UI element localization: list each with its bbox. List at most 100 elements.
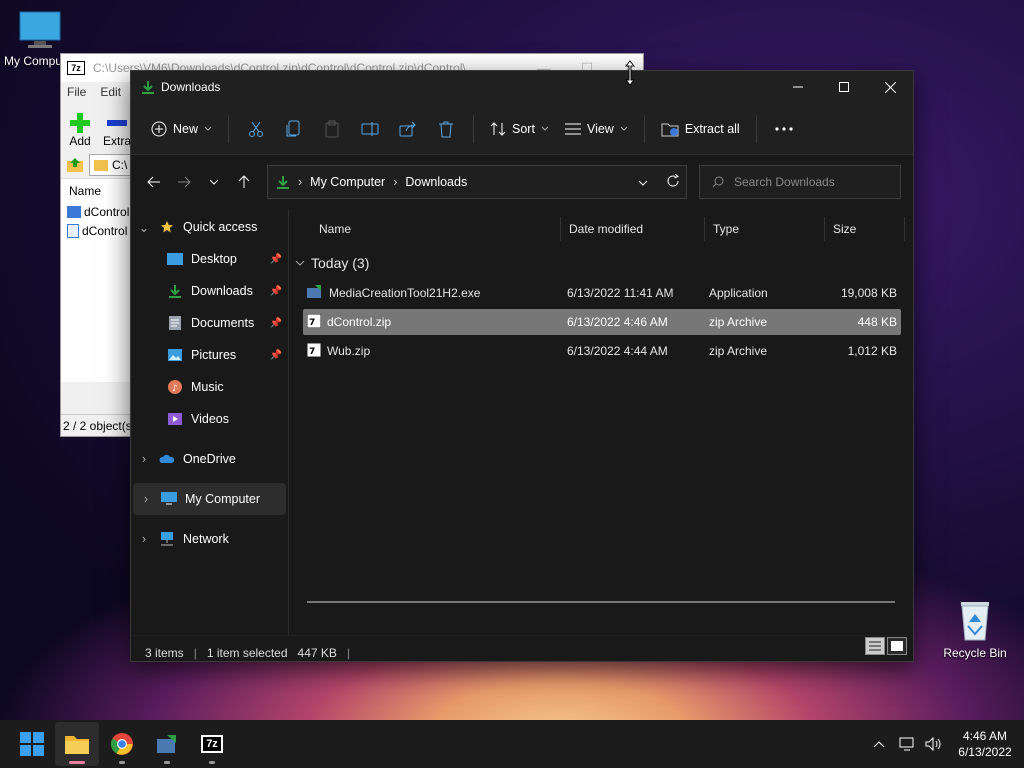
breadcrumb-downloads[interactable]: Downloads — [405, 175, 467, 189]
7zip-extract-button[interactable]: Extra — [103, 112, 131, 148]
back-button[interactable] — [139, 167, 169, 197]
maximize-button[interactable] — [821, 71, 867, 103]
breadcrumb-my-computer[interactable]: My Computer — [310, 175, 385, 189]
nav-item-label: Desktop — [191, 252, 237, 266]
address-dropdown-button[interactable] — [638, 175, 648, 189]
chevron-right-icon[interactable]: › — [133, 492, 159, 506]
nav-item-downloads[interactable]: Downloads 📌 — [131, 275, 288, 307]
file-size: 448 KB — [857, 315, 897, 329]
chevron-down-icon[interactable]: ⌄ — [131, 220, 157, 235]
column-header-size[interactable]: Size — [825, 217, 905, 241]
7zip-menu-file[interactable]: File — [67, 85, 86, 99]
column-header-type[interactable]: Type — [705, 217, 825, 241]
network-tray-button[interactable] — [894, 737, 920, 751]
resize-cursor-icon — [624, 60, 636, 89]
cut-button[interactable] — [237, 113, 275, 145]
plus-icon — [70, 113, 90, 133]
close-button[interactable] — [867, 71, 913, 103]
explorer-titlebar[interactable]: Downloads — [131, 71, 913, 103]
details-view-button[interactable] — [865, 637, 885, 655]
horizontal-scrollbar[interactable] — [307, 601, 895, 603]
minimize-button[interactable] — [775, 71, 821, 103]
copy-icon — [286, 120, 300, 136]
rename-button[interactable] — [351, 113, 389, 145]
chevron-down-icon — [541, 126, 549, 131]
pin-icon[interactable]: 📌 — [270, 254, 282, 265]
taskbar-file-explorer[interactable] — [55, 722, 99, 766]
sort-button[interactable]: Sort — [482, 113, 557, 145]
7zip-archive-icon: 7 — [306, 313, 322, 331]
search-box[interactable]: Search Downloads — [699, 165, 901, 199]
pin-icon[interactable]: 📌 — [270, 318, 282, 329]
new-button[interactable]: New — [143, 113, 220, 145]
nav-network[interactable]: › Network — [131, 523, 288, 555]
column-header-date[interactable]: Date modified — [561, 217, 705, 241]
7zip-item-label: dControl — [82, 223, 128, 238]
file-name: dControl.zip — [327, 315, 392, 329]
desktop-recycle-bin[interactable]: Recycle Bin — [935, 598, 1015, 660]
nav-item-desktop[interactable]: Desktop 📌 — [131, 243, 288, 275]
tray-overflow-button[interactable] — [864, 740, 894, 748]
start-button[interactable] — [10, 722, 54, 766]
7zip-add-button[interactable]: Add — [69, 112, 91, 148]
chevron-right-icon[interactable]: › — [131, 532, 157, 546]
up-button[interactable] — [229, 167, 259, 197]
taskbar-media-creation-tool[interactable] — [145, 722, 189, 766]
address-bar-actions — [638, 173, 680, 191]
file-row-dcontrol-zip[interactable]: 7 dControl.zip 6/13/2022 4:46 AM zip Arc… — [303, 309, 901, 335]
svg-text:7: 7 — [309, 347, 315, 357]
explorer-command-bar: New Sort View Extract all — [131, 103, 913, 155]
nav-quick-access[interactable]: ⌄ Quick access — [131, 211, 288, 243]
nav-item-label: Downloads — [191, 284, 253, 298]
status-item-count: 3 items — [145, 645, 184, 660]
nav-item-documents[interactable]: Documents 📌 — [131, 307, 288, 339]
share-button[interactable] — [389, 113, 427, 145]
delete-button[interactable] — [427, 113, 465, 145]
sort-icon — [490, 121, 506, 136]
videos-icon — [165, 413, 185, 425]
forward-button[interactable] — [169, 167, 199, 197]
file-row-wub-zip[interactable]: 7 Wub.zip 6/13/2022 4:44 AM zip Archive … — [303, 338, 901, 364]
file-type: Application — [709, 286, 768, 300]
search-icon — [712, 176, 724, 188]
file-row-mediacreationtool[interactable]: MediaCreationTool21H2.exe 6/13/2022 11:4… — [303, 280, 901, 306]
chevron-down-icon — [638, 180, 648, 186]
recent-locations-button[interactable] — [199, 167, 229, 197]
extract-all-button[interactable]: Extract all — [653, 113, 748, 145]
column-header-name[interactable]: Name — [289, 217, 561, 241]
nav-item-videos[interactable]: Videos — [131, 403, 288, 435]
refresh-icon — [667, 173, 679, 186]
file-name: MediaCreationTool21H2.exe — [329, 286, 481, 300]
copy-button[interactable] — [275, 113, 313, 145]
status-selected-size: 447 KB — [297, 645, 337, 660]
more-options-button[interactable] — [765, 113, 803, 145]
taskbar-chrome[interactable] — [100, 722, 144, 766]
paste-button[interactable] — [313, 113, 351, 145]
view-button[interactable]: View — [557, 113, 636, 145]
7zip-menu-edit[interactable]: Edit — [100, 85, 121, 99]
search-placeholder: Search Downloads — [734, 175, 835, 189]
nav-item-music[interactable]: ♪ Music — [131, 371, 288, 403]
up-folder-icon[interactable] — [65, 155, 85, 175]
nav-my-computer[interactable]: › My Computer — [133, 483, 286, 515]
group-header-today[interactable]: Today (3) — [289, 249, 913, 277]
svg-text:7: 7 — [309, 318, 315, 328]
sort-button-label: Sort — [512, 121, 535, 136]
downloads-icon — [142, 81, 154, 94]
chevron-right-icon[interactable]: › — [131, 452, 157, 466]
minimize-icon — [793, 86, 803, 88]
nav-item-pictures[interactable]: Pictures 📌 — [131, 339, 288, 371]
tray-clock[interactable]: 4:46 AM 6/13/2022 — [946, 728, 1024, 760]
tiles-view-button[interactable] — [887, 637, 907, 655]
file-explorer-window[interactable]: Downloads New Sort View Extract all › My… — [130, 70, 914, 662]
taskbar-7zip[interactable]: 7z — [190, 722, 234, 766]
address-bar[interactable]: › My Computer › Downloads — [267, 165, 687, 199]
nav-onedrive[interactable]: › OneDrive — [131, 443, 288, 475]
refresh-button[interactable] — [666, 173, 680, 191]
7zip-extract-label: Extra — [103, 134, 132, 148]
pin-icon[interactable]: 📌 — [270, 350, 282, 361]
volume-tray-button[interactable] — [920, 737, 946, 751]
breadcrumb: › My Computer › Downloads — [298, 175, 467, 189]
status-divider: | — [346, 645, 351, 660]
pin-icon[interactable]: 📌 — [270, 286, 282, 297]
